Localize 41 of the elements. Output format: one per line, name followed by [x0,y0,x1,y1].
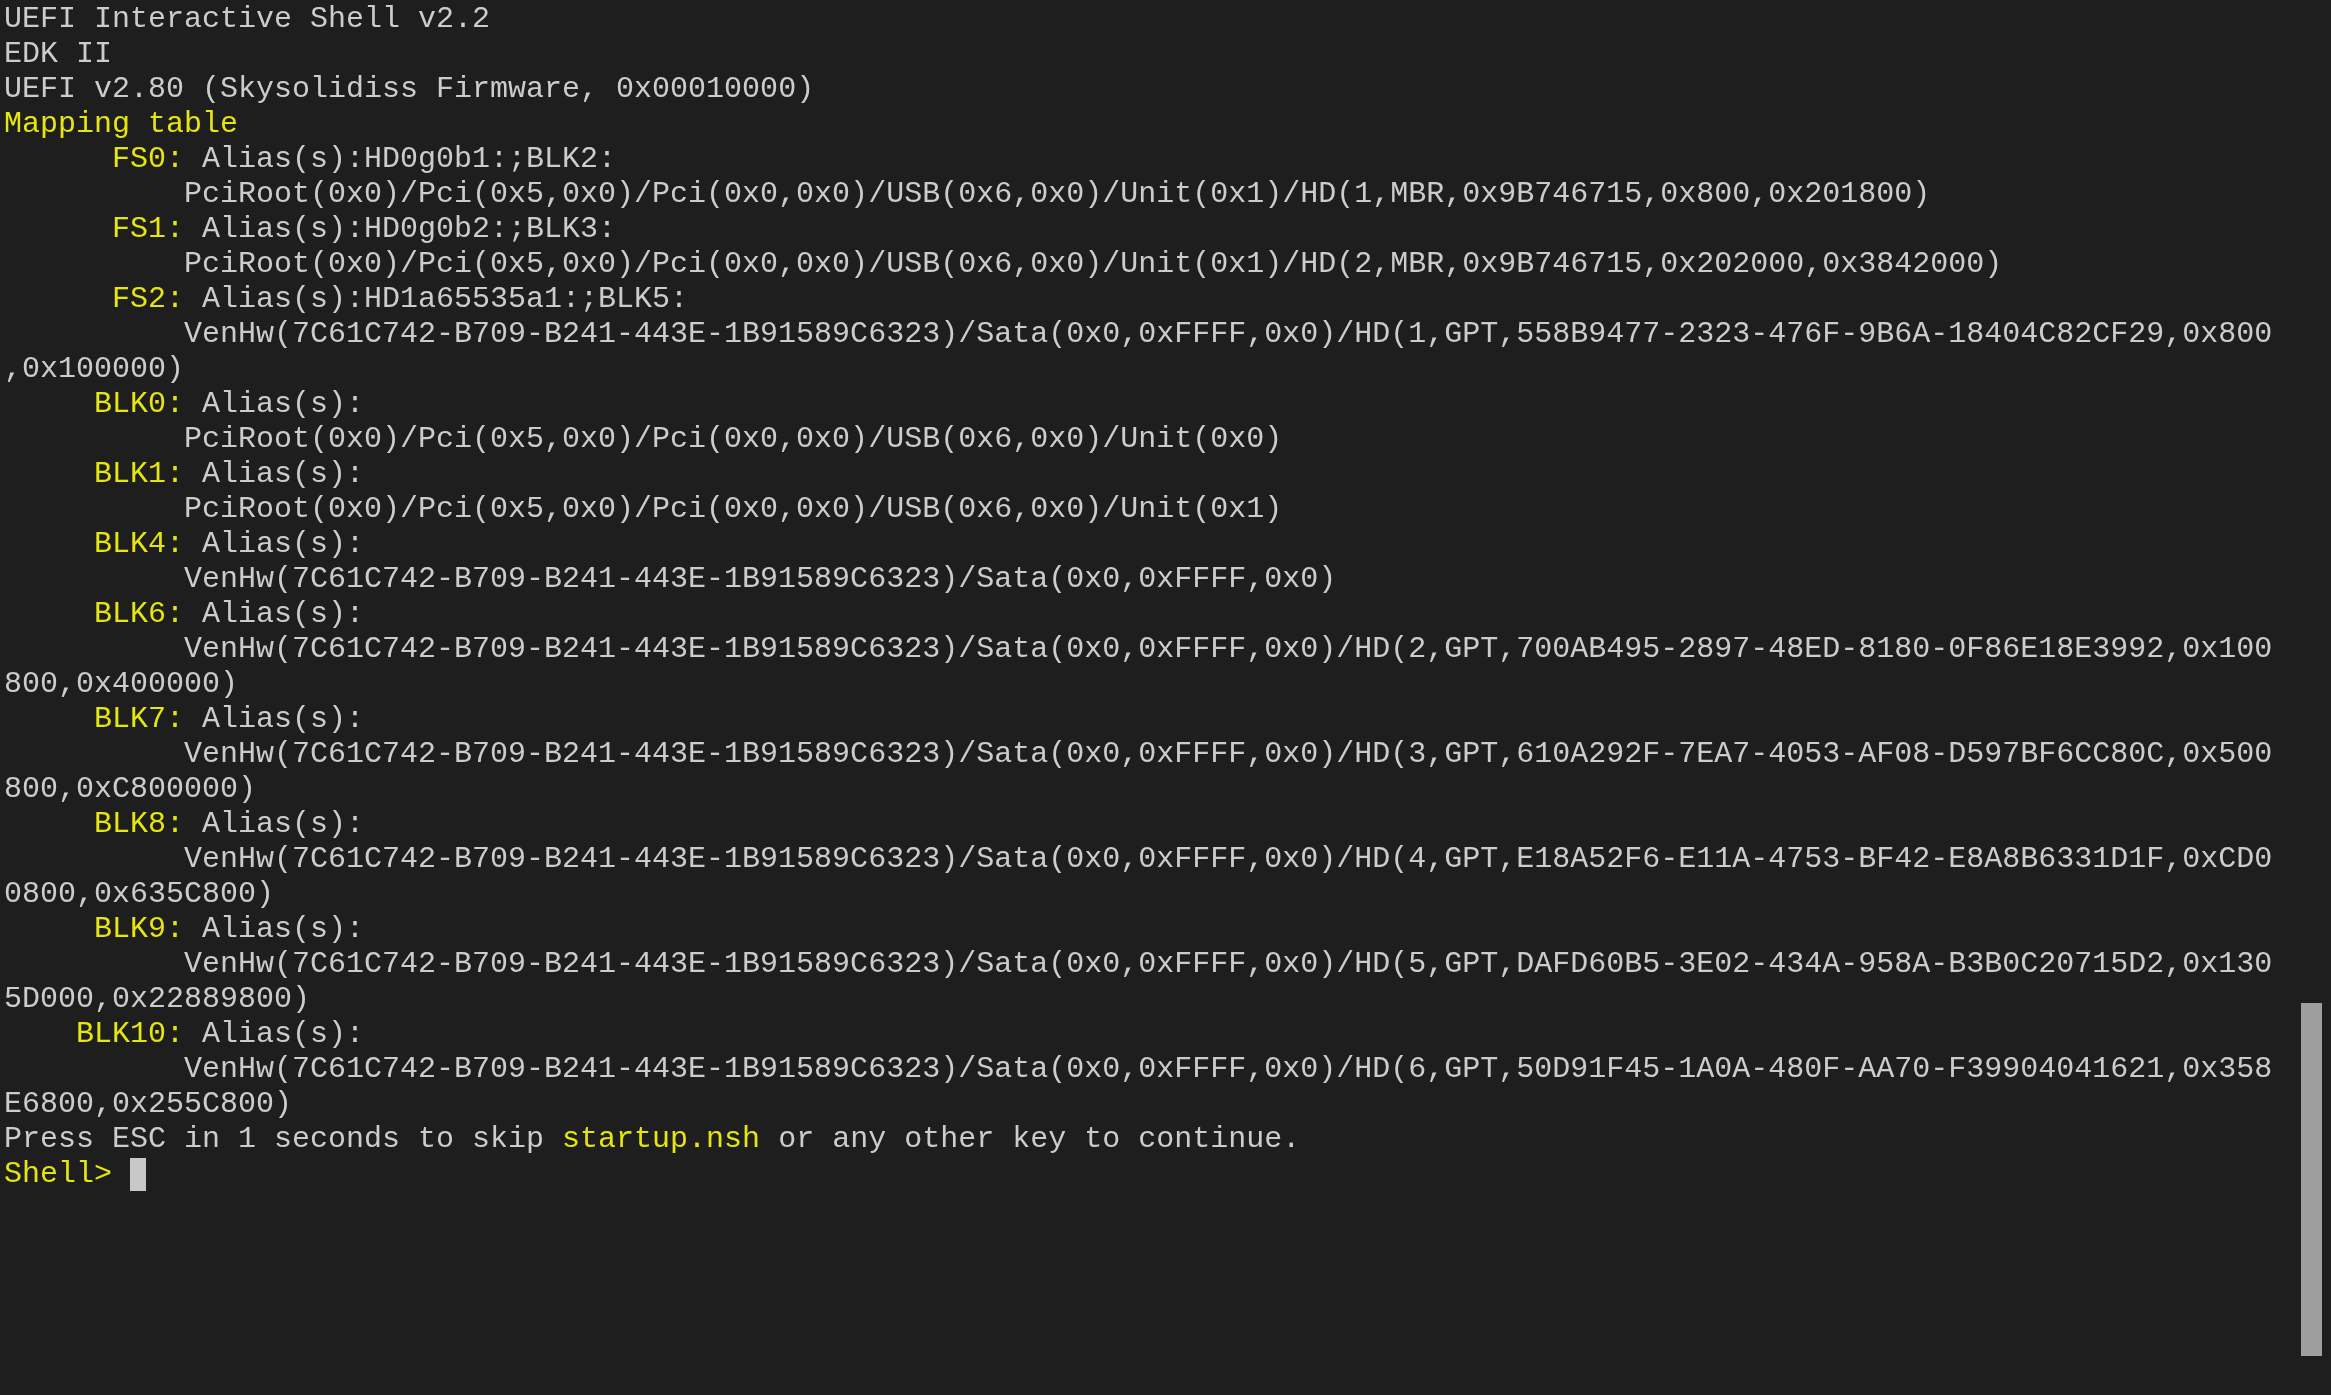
device-name: BLK4: [93,527,184,562]
alias-text: Alias(s): [202,457,365,492]
device-name: BLK10: [75,1017,184,1052]
device-path: PciRoot(0x0)/Pci(0x5,0x0)/Pci(0x0,0x0)/USB(0x6,0x0)/Unit(0x1)/HD(2,MBR,0x9B746715,0x202000,0x3842000) [183,247,2004,282]
alias-text: Alias(s): [202,387,365,422]
device-name: BLK1: [93,457,184,492]
alias-text: Alias(s):HD0g0b1:;BLK2: [202,142,617,177]
device-name: BLK0: [93,387,184,422]
device-path: PciRoot(0x0)/Pci(0x5,0x0)/Pci(0x0,0x0)/USB(0x6,0x0)/Unit(0x1)/HD(1,MBR,0x9B746715,0x800,0x201800) [183,177,1932,212]
alias-text: Alias(s):HD0g0b2:;BLK3: [202,212,617,247]
device-path: VenHw(7C61C742-B709-B241-443E-1B91589C6323)/Sata(0x0,0xFFFF,0x0)/HD(4,GPT,E18A52F6-E11A-4753-BF42-E8A8B6331D1F,0xCD00800,0x635C800) [4,842,2273,912]
section-title: Mapping table [4,107,239,141]
device-path: VenHw(7C61C742-B709-B241-443E-1B91589C6323)/Sata(0x0,0xFFFF,0x0)/HD(1,GPT,558B9477-2323-476F-9B6A-18404C82CF29,0x800,0x100000) [4,317,2273,387]
alias-text: Alias(s):HD1a65535a1:;BLK5: [202,282,689,317]
header-line: UEFI Interactive Shell v2.2 [4,2,491,36]
alias-text: Alias(s): [202,912,365,947]
device-name: FS0: [111,142,184,177]
device-name: FS1: [111,212,184,247]
startup-message: Press ESC in 1 seconds to skip startup.nsh or any other key to continue. [4,1122,1301,1156]
alias-text: Alias(s): [202,1017,365,1052]
device-path: VenHw(7C61C742-B709-B241-443E-1B91589C6323)/Sata(0x0,0xFFFF,0x0)/HD(2,GPT,700AB495-2897-48ED-8180-0F86E18E3992,0x100800,0x400000) [4,632,2273,702]
alias-text: Alias(s): [202,807,365,842]
header-line: EDK II [4,37,113,71]
alias-text: Alias(s): [202,597,365,632]
device-path: VenHw(7C61C742-B709-B241-443E-1B91589C6323)/Sata(0x0,0xFFFF,0x0)/HD(5,GPT,DAFD60B5-3E02-434A-958A-B3B0C20715D2,0x1305D000,0x22889800) [4,947,2273,1017]
text-cursor [130,1158,147,1191]
device-path: VenHw(7C61C742-B709-B241-443E-1B91589C6323)/Sata(0x0,0xFFFF,0x0)/HD(6,GPT,50D91F45-1A0A-480F-AA70-F39904041621,0x358E6800,0x255C800) [4,1052,2273,1122]
scrollbar-thumb[interactable] [2301,1003,2322,1356]
alias-text: Alias(s): [202,702,365,737]
device-name: BLK6: [93,597,184,632]
device-path: VenHw(7C61C742-B709-B241-443E-1B91589C6323)/Sata(0x0,0xFFFF,0x0) [183,562,1338,597]
device-path: PciRoot(0x0)/Pci(0x5,0x0)/Pci(0x0,0x0)/USB(0x6,0x0)/Unit(0x1) [183,492,1284,527]
device-path: PciRoot(0x0)/Pci(0x5,0x0)/Pci(0x0,0x0)/USB(0x6,0x0)/Unit(0x0) [183,422,1284,457]
device-name: BLK8: [93,807,184,842]
alias-text: Alias(s): [202,527,365,562]
device-path: VenHw(7C61C742-B709-B241-443E-1B91589C6323)/Sata(0x0,0xFFFF,0x0)/HD(3,GPT,610A292F-7EA7-4053-AF08-D597BF6CC80C,0x500800,0xC800000) [4,737,2273,807]
device-name: BLK7: [93,702,184,737]
device-name: FS2: [111,282,184,317]
device-name: BLK9: [93,912,184,947]
header-line: UEFI v2.80 (Skysolidiss Firmware, 0x00010000) [4,72,815,106]
shell-prompt: Shell> [4,1157,113,1192]
